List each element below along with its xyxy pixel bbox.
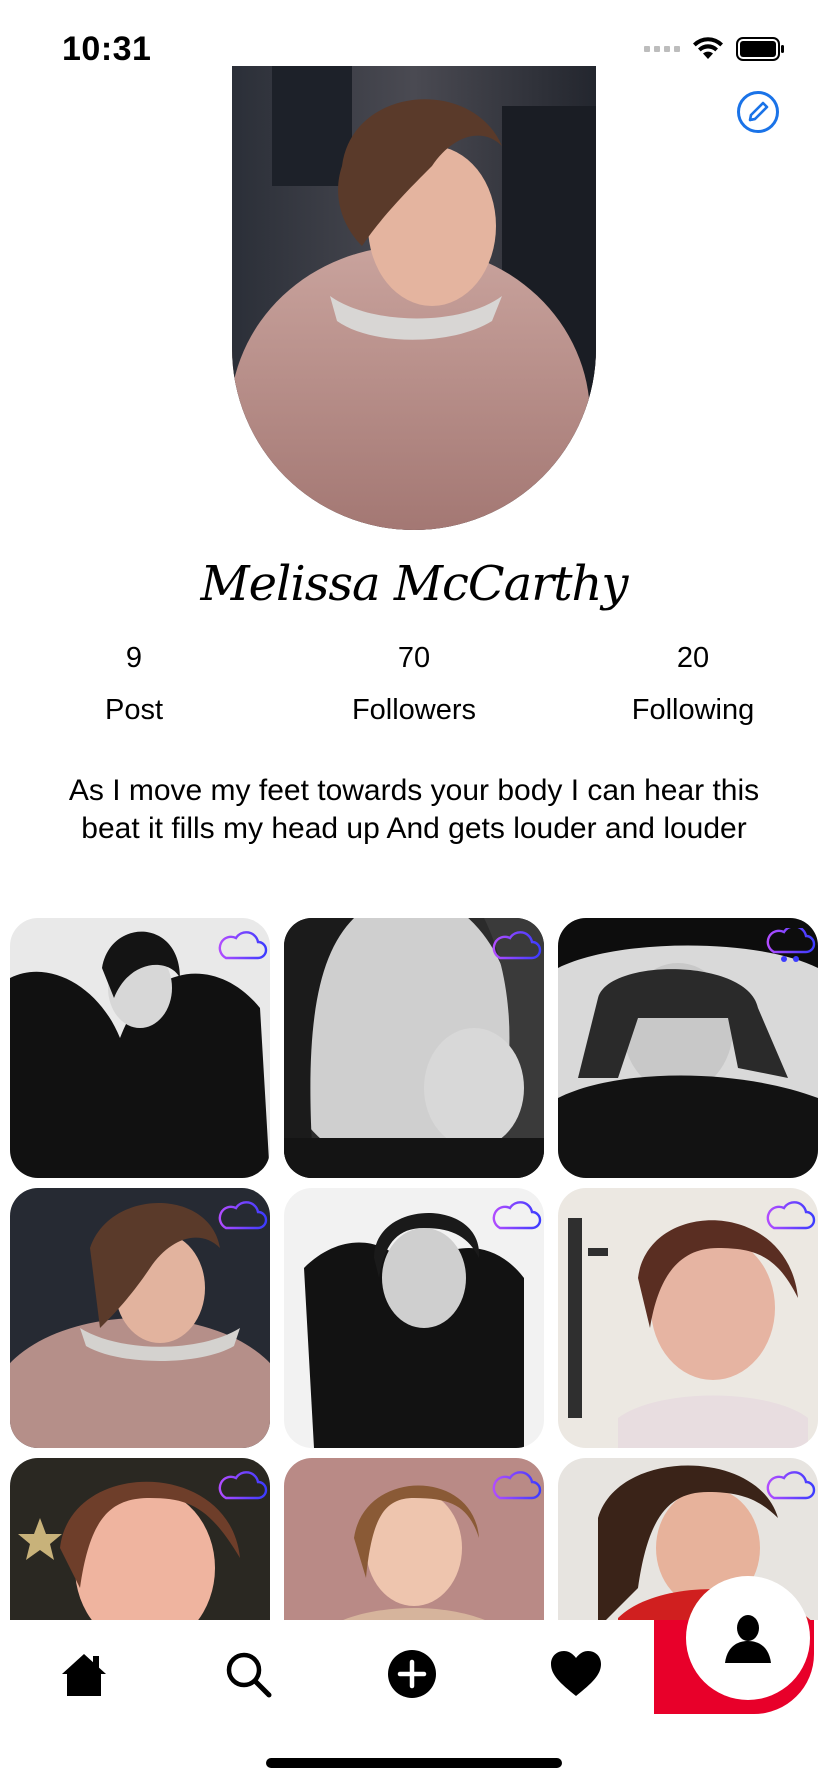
post-tile[interactable] [10, 918, 270, 1178]
cloud-icon [218, 931, 268, 960]
add-circle-icon [388, 1650, 436, 1698]
profile-name: Melissa McCarthy [200, 556, 628, 612]
cloud-icon [492, 1471, 542, 1500]
stat-following-value: 20 [676, 642, 710, 674]
avatar[interactable] [232, 66, 596, 530]
stat-posts[interactable]: 9 Post [4, 636, 264, 732]
battery-icon [736, 37, 784, 61]
pencil-circle-icon [737, 91, 779, 133]
post-tile[interactable] [284, 1188, 544, 1448]
post-tile[interactable] [558, 918, 818, 1178]
post-tile[interactable] [284, 918, 544, 1178]
cloud-icon [218, 1471, 268, 1500]
cloud-icon [766, 1201, 816, 1230]
posts-grid [10, 918, 818, 1620]
nav-home[interactable] [54, 1644, 114, 1704]
stat-posts-label: Post [104, 694, 164, 726]
nav-add[interactable] [382, 1644, 442, 1704]
avatar-photo [232, 66, 596, 530]
home-icon [62, 1654, 106, 1696]
post-tile[interactable] [284, 1458, 544, 1620]
heart-icon [551, 1651, 601, 1696]
nav-likes[interactable] [546, 1644, 606, 1704]
cloud-icon [218, 1201, 268, 1230]
cloud-icon [766, 1471, 816, 1500]
edit-profile-button[interactable] [736, 90, 780, 134]
post-tile[interactable] [558, 1188, 818, 1448]
stat-posts-value: 9 [125, 642, 143, 674]
status-icons [644, 36, 786, 62]
profile-stats: 9 Post 70 Followers 20 Following [0, 636, 828, 736]
stat-following[interactable]: 20 Following [563, 636, 823, 732]
search-icon [226, 1652, 272, 1698]
wifi-icon [693, 37, 723, 59]
post-tile[interactable] [10, 1188, 270, 1448]
nav-profile[interactable] [686, 1576, 810, 1700]
profile-bio: As I move my feet towards your body I ca… [68, 774, 760, 845]
cloud-icon [492, 1201, 542, 1230]
home-indicator [266, 1758, 562, 1768]
cloud-icon [492, 931, 542, 960]
nav-search[interactable] [218, 1644, 278, 1704]
signal-dots-icon [644, 46, 680, 52]
stat-followers-value: 70 [397, 642, 431, 674]
stat-following-label: Following [631, 694, 755, 726]
status-time: 10:31 [62, 30, 152, 68]
profile-icon [725, 1615, 771, 1663]
cloud-rain-icon [766, 928, 816, 962]
stat-followers-label: Followers [351, 694, 477, 726]
stat-followers[interactable]: 70 Followers [284, 636, 544, 732]
post-tile[interactable] [10, 1458, 270, 1620]
